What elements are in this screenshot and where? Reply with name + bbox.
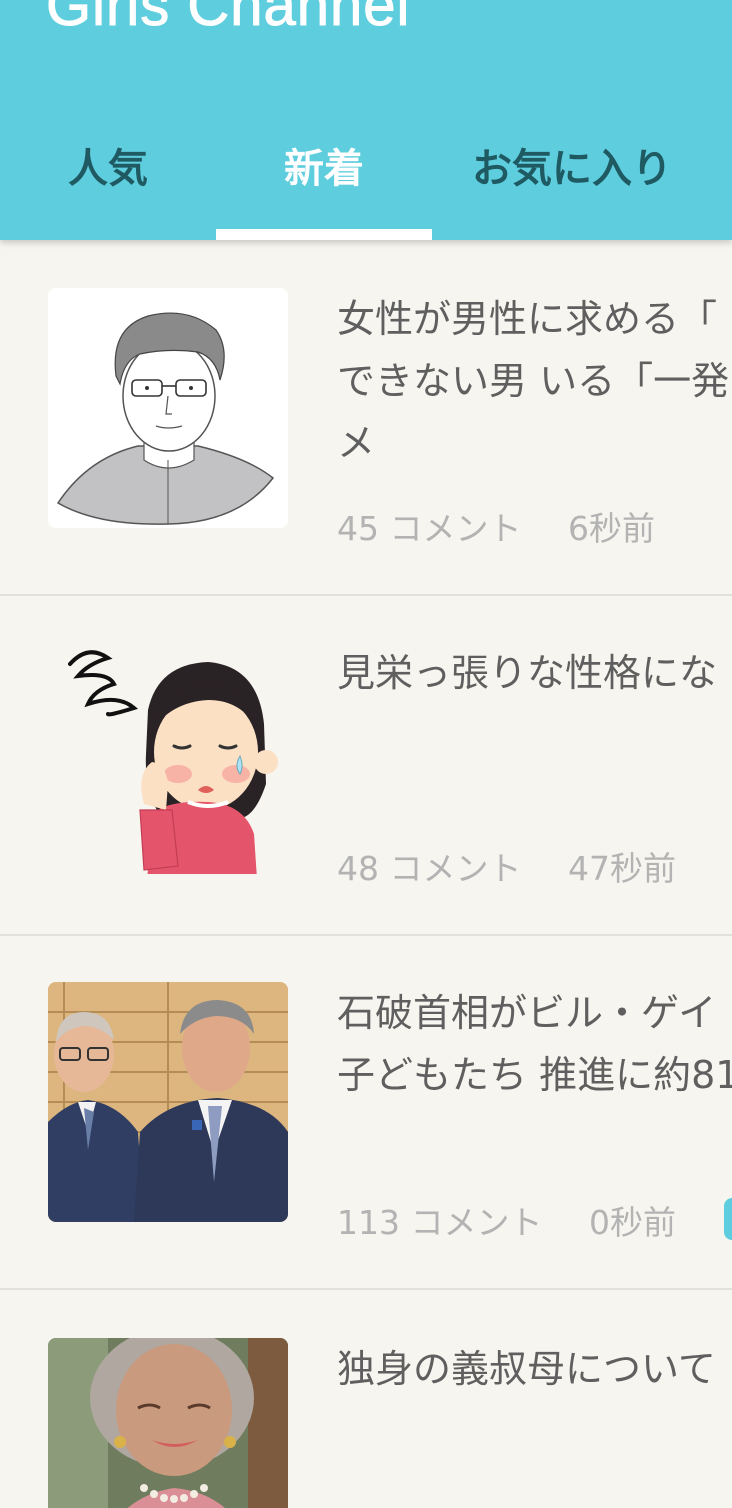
topic-thumbnail[interactable] <box>48 288 288 528</box>
topic-thumbnail[interactable] <box>48 1338 288 1508</box>
comment-count: 45 コメント <box>337 509 522 548</box>
topic-badge <box>724 1198 732 1240</box>
topic-title[interactable]: 石破首相がビル・ゲイ 「途上国の子どもたち 推進に約810億円の支 <box>337 982 732 1106</box>
app-header: Girls Channel 人気 新着 お気に入り <box>0 0 732 240</box>
comment-count: 113 コメント <box>337 1203 543 1242</box>
tab-popular[interactable]: 人気 <box>42 140 174 240</box>
active-tab-indicator <box>216 229 432 240</box>
posted-time: 6秒前 <box>567 509 655 548</box>
tab-new[interactable]: 新着 <box>216 140 432 240</box>
posted-time: 0秒前 <box>588 1203 676 1242</box>
topic-title[interactable]: 独身の義叔母について <box>337 1338 732 1400</box>
posted-time: 47秒前 <box>567 849 676 888</box>
topic-meta: 48 コメント 47秒前 <box>337 842 676 890</box>
topic-meta: 45 コメント 6秒前 <box>337 502 655 550</box>
man-with-glasses-illustration <box>48 288 288 528</box>
topic-thumbnail[interactable] <box>48 982 288 1222</box>
topic-meta: 113 コメント 0秒前 <box>337 1196 676 1244</box>
topic-title[interactable]: 見栄っ張りな性格にな て <box>337 642 732 704</box>
two-men-in-suits-photo <box>48 982 288 1222</box>
app-logo[interactable]: Girls Channel <box>45 0 410 39</box>
worried-woman-illustration <box>68 650 278 874</box>
comment-count: 48 コメント <box>337 849 522 888</box>
topic-thumbnail[interactable] <box>48 634 288 874</box>
older-woman-photo <box>48 1338 288 1508</box>
topic-row[interactable]: 女性が男性に求める「 とは…結婚できない男 いる「一発アウト」のメ 45 コメン… <box>0 240 732 596</box>
topic-row[interactable]: 独身の義叔母について <box>0 1288 732 1508</box>
topic-row[interactable]: 石破首相がビル・ゲイ 「途上国の子どもたち 推進に約810億円の支 113 コメ… <box>0 934 732 1290</box>
topic-row[interactable]: 見栄っ張りな性格にな て 48 コメント 47秒前 <box>0 594 732 936</box>
tab-favorites[interactable]: お気に入り <box>452 140 692 240</box>
topic-title[interactable]: 女性が男性に求める「 とは…結婚できない男 いる「一発アウト」のメ <box>337 288 732 474</box>
